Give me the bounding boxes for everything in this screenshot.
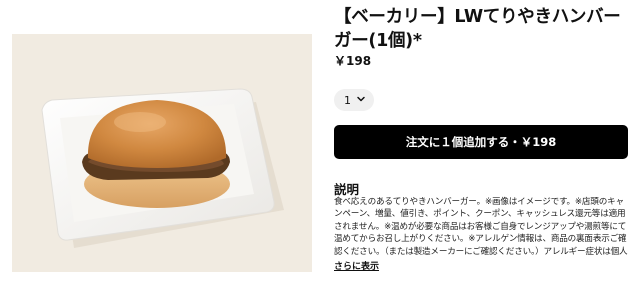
- burger-photo: [41, 88, 284, 248]
- product-image: [12, 34, 312, 272]
- product-title: 【ベーカリー】LWてりやきハンバーガー(1個)*: [334, 7, 621, 51]
- product-page: 【ベーカリー】LWてりやきハンバーガー(1個)* ￥198 1 注文に１個追加す…: [0, 0, 640, 281]
- add-to-order-button[interactable]: 注文に１個追加する・￥198: [334, 125, 628, 159]
- product-price: ￥198: [334, 54, 372, 68]
- quantity-select[interactable]: 1: [334, 89, 374, 111]
- description-body: 食べ応えのあるてりやきハンバーガー。※画像はイメージです。※店頭のキャンペーン、…: [334, 197, 628, 257]
- chevron-down-icon: [357, 96, 365, 102]
- quantity-value: 1: [344, 93, 351, 107]
- show-more-link[interactable]: さらに表示: [334, 259, 379, 272]
